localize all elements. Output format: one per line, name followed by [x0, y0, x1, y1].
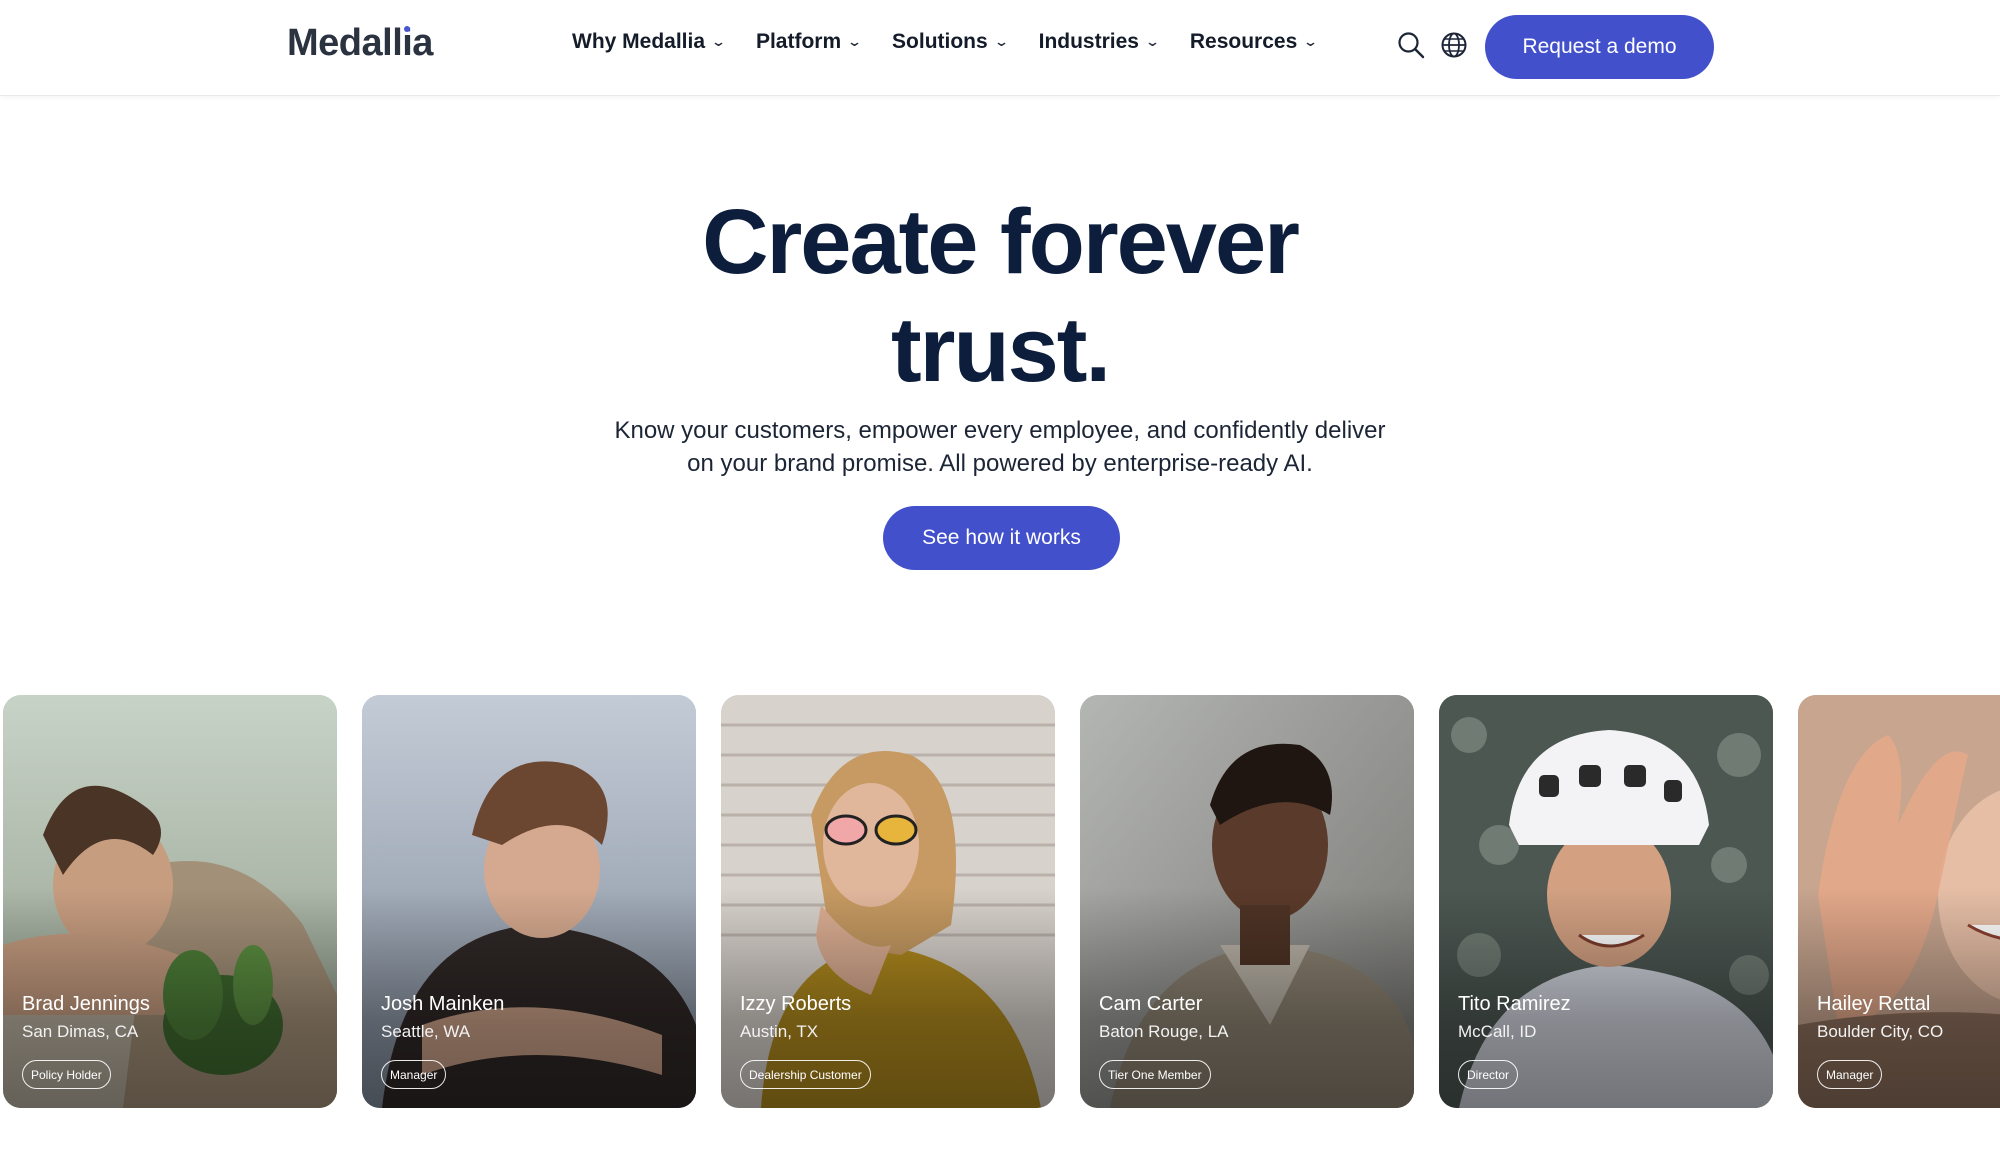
- person-location: Seattle, WA: [381, 1022, 471, 1041]
- person-location: San Dimas, CA: [22, 1022, 139, 1041]
- nav-resources[interactable]: Resources ⌄: [1189, 30, 1319, 54]
- globe-icon[interactable]: [1439, 30, 1469, 60]
- person-role-tag: Tier One Member: [1099, 1060, 1211, 1089]
- person-name: Izzy Roberts: [740, 993, 852, 1015]
- person-name: Brad Jennings: [22, 993, 150, 1015]
- person-role-tag: Manager: [381, 1060, 447, 1089]
- person-role-tag: Manager: [1817, 1060, 1883, 1089]
- see-how-it-works-button[interactable]: See how it works: [883, 506, 1120, 570]
- person-card-josh-mainken[interactable]: Josh Mainken Seattle, WA Manager: [362, 695, 696, 1108]
- person-location: McCall, ID: [1458, 1022, 1537, 1041]
- nav-industries[interactable]: Industries ⌄: [1038, 30, 1161, 54]
- nav-label: Resources: [1189, 30, 1298, 53]
- person-role-tag: Dealership Customer: [740, 1060, 871, 1089]
- chevron-down-icon: ⌄: [710, 34, 727, 49]
- person-card-tito-ramirez[interactable]: Tito Ramirez McCall, ID Director: [1439, 695, 1773, 1108]
- person-role-tag: Policy Holder: [22, 1060, 111, 1089]
- hero-subtitle: Know your customers, empower every emplo…: [580, 414, 1420, 480]
- chevron-down-icon: ⌄: [993, 34, 1009, 49]
- person-name: Cam Carter: [1099, 993, 1203, 1015]
- nav-label: Platform: [755, 30, 842, 53]
- medallia-logo[interactable]: Medallia: [287, 22, 433, 65]
- person-location: Austin, TX: [740, 1022, 819, 1041]
- person-card-cam-carter[interactable]: Cam Carter Baton Rouge, LA Tier One Memb…: [1080, 695, 1414, 1108]
- hero-subtitle-line-1: Know your customers, empower every emplo…: [614, 417, 1386, 444]
- site-header: Medallia Why Medallia ⌄ Platform ⌄ Solut…: [0, 0, 2000, 96]
- person-location: Baton Rouge, LA: [1099, 1022, 1229, 1041]
- hero-title-line-2: trust.: [891, 299, 1111, 401]
- hero-title-line-1: Create forever: [702, 191, 1300, 293]
- testimonial-carousel: Brad Jennings San Dimas, CA Policy Holde…: [3, 695, 2000, 1108]
- person-card-brad-jennings[interactable]: Brad Jennings San Dimas, CA Policy Holde…: [3, 695, 337, 1108]
- person-location: Boulder City, CO: [1817, 1022, 1944, 1041]
- chevron-down-icon: ⌄: [846, 34, 863, 49]
- hero-title: Create forever trust.: [0, 188, 2000, 404]
- person-name: Hailey Rettal: [1817, 993, 1931, 1015]
- chevron-down-icon: ⌄: [1303, 34, 1319, 49]
- logo-dot: [404, 26, 410, 32]
- nav-why-medallia[interactable]: Why Medallia ⌄: [572, 30, 727, 54]
- person-name: Josh Mainken: [381, 993, 505, 1015]
- logo-text: Medallia: [287, 22, 433, 64]
- request-demo-button[interactable]: Request a demo: [1485, 15, 1714, 79]
- nav-label: Industries: [1038, 30, 1139, 53]
- person-role-tag: Director: [1458, 1060, 1519, 1089]
- nav-platform[interactable]: Platform ⌄: [755, 30, 863, 54]
- search-icon[interactable]: [1396, 30, 1426, 60]
- chevron-down-icon: ⌄: [1144, 34, 1161, 49]
- nav-label: Solutions: [892, 30, 988, 53]
- person-card-hailey-rettal[interactable]: Hailey Rettal Boulder City, CO Manager: [1798, 695, 2000, 1108]
- main-nav: Why Medallia ⌄ Platform ⌄ Solutions ⌄ In…: [572, 30, 1319, 54]
- person-name: Tito Ramirez: [1458, 993, 1571, 1015]
- hero-subtitle-line-2: on your brand promise. All powered by en…: [687, 450, 1313, 477]
- person-card-izzy-roberts[interactable]: Izzy Roberts Austin, TX Dealership Custo…: [721, 695, 1055, 1108]
- nav-solutions[interactable]: Solutions ⌄: [892, 30, 1009, 54]
- nav-label: Why Medallia: [572, 30, 706, 53]
